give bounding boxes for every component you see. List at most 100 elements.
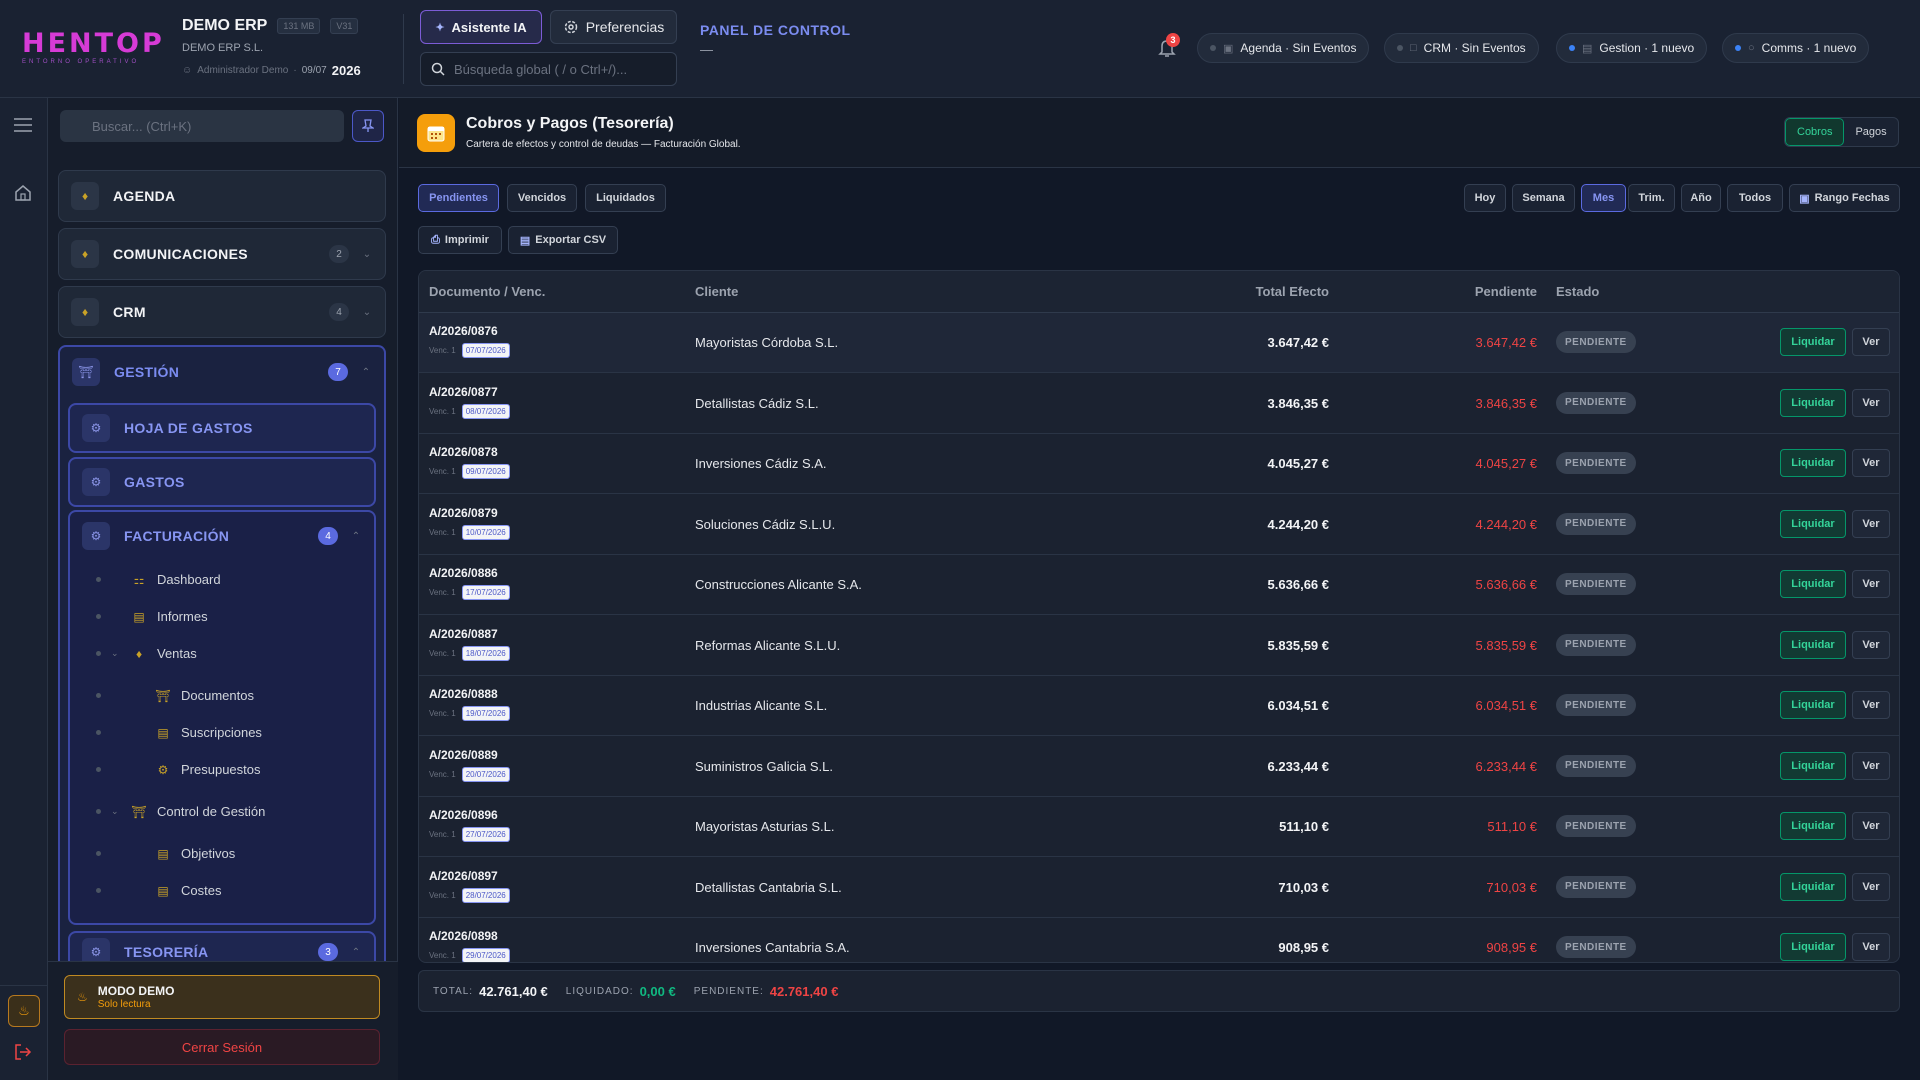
sidebar-item-label: AGENDA xyxy=(113,188,176,204)
preferences-button[interactable]: Preferencias xyxy=(550,10,677,44)
tab-vencidos[interactable]: Vencidos xyxy=(507,184,577,212)
print-button[interactable]: ⎙ Imprimir xyxy=(418,226,502,254)
liquidar-button[interactable]: Liquidar xyxy=(1780,509,1846,538)
period-semana[interactable]: Semana xyxy=(1512,184,1575,212)
gestion-pill[interactable]: ▤ Gestion · 1 nuevo xyxy=(1556,33,1708,63)
table-row[interactable]: A/2026/0889 Venc. 1 20/07/2026 Suministros … xyxy=(419,737,1899,797)
view-button[interactable]: Ver xyxy=(1852,509,1890,538)
table-row[interactable]: A/2026/0878 Venc. 1 09/07/2026 Inversiones … xyxy=(419,434,1899,494)
sidebar-leaf-costes[interactable]: ▤ Costes xyxy=(96,883,221,898)
sidebar-search-input[interactable]: Buscar... (Ctrl+K) xyxy=(60,110,344,142)
date-range-button[interactable]: ▣ Rango Fechas xyxy=(1789,184,1900,212)
demo-mode-button[interactable]: ♨ xyxy=(8,995,40,1027)
sidebar-item-facturacion[interactable]: ⚙ FACTURACIÓN 4 ⌃ xyxy=(70,512,374,560)
ai-assistant-button[interactable]: ✦ Asistente IA xyxy=(420,10,542,44)
sidebar-item-agenda[interactable]: ♦ AGENDA xyxy=(58,170,386,222)
demo-text: MODO DEMO Solo lectura xyxy=(98,984,175,1010)
document-number[interactable]: A/2026/0887 xyxy=(429,627,498,641)
file-icon: ▤ xyxy=(519,234,531,247)
toggle-pagos[interactable]: Pagos xyxy=(1844,118,1897,146)
view-button[interactable]: Ver xyxy=(1852,812,1890,840)
table-row[interactable]: A/2026/0886 Venc. 1 17/07/2026 Construccion… xyxy=(419,555,1899,615)
total-amount: 4.244,20 € xyxy=(1267,516,1329,532)
view-button[interactable]: Ver xyxy=(1852,328,1890,356)
count-badge: 2 xyxy=(329,245,349,263)
document-number[interactable]: A/2026/0896 xyxy=(429,808,498,822)
logout-button[interactable]: Cerrar Sesión xyxy=(64,1029,380,1065)
document-number[interactable]: A/2026/0897 xyxy=(429,869,498,883)
view-button[interactable]: Ver xyxy=(1852,691,1890,719)
sidebar-leaf-documentos[interactable]: ⛩ Documentos xyxy=(96,688,254,703)
liquidar-button[interactable]: Liquidar xyxy=(1780,388,1846,417)
home-icon[interactable] xyxy=(14,184,32,202)
liquidar-button[interactable]: Liquidar xyxy=(1780,570,1846,598)
liquidar-button[interactable]: Liquidar xyxy=(1780,872,1846,901)
pin-button[interactable] xyxy=(352,110,384,142)
current-year[interactable]: 2026 xyxy=(332,63,361,78)
table-row[interactable]: A/2026/0876 Venc. 1 07/07/2026 Mayoristas C… xyxy=(419,313,1899,373)
logo[interactable]: HENTOP ENTORNO OPERATIVO xyxy=(22,30,162,66)
table-row[interactable]: A/2026/0896 Venc. 1 27/07/2026 Mayoristas A… xyxy=(419,797,1899,857)
global-search-input[interactable]: Búsqueda global ( / o Ctrl+/)... xyxy=(420,52,677,86)
document-number[interactable]: A/2026/0879 xyxy=(429,506,498,520)
document-number[interactable]: A/2026/0898 xyxy=(429,929,498,943)
period-trim[interactable]: Trim. xyxy=(1628,184,1675,212)
sidebar-leaf-objetivos[interactable]: ▤ Objetivos xyxy=(96,846,235,861)
document-number[interactable]: A/2026/0886 xyxy=(429,566,498,580)
total-value: 42.761,40 € xyxy=(479,983,548,999)
table-row[interactable]: A/2026/0887 Venc. 1 18/07/2026 Reformas Ali… xyxy=(419,616,1899,676)
comms-pill[interactable]: ○ Comms · 1 nuevo xyxy=(1722,33,1870,63)
view-button[interactable]: Ver xyxy=(1852,751,1890,780)
view-button[interactable]: Ver xyxy=(1852,630,1890,659)
menu-icon[interactable] xyxy=(14,118,32,132)
logout-icon[interactable] xyxy=(14,1043,32,1061)
agenda-pill[interactable]: ▣ Agenda · Sin Eventos xyxy=(1197,33,1370,63)
view-button[interactable]: Ver xyxy=(1852,388,1890,417)
view-button[interactable]: Ver xyxy=(1852,449,1890,477)
period-mes[interactable]: Mes xyxy=(1581,184,1626,212)
liquidar-button[interactable]: Liquidar xyxy=(1780,328,1846,356)
document-number[interactable]: A/2026/0889 xyxy=(429,748,498,762)
sidebar-item-gastos[interactable]: ⚙ GASTOS xyxy=(68,457,376,507)
sidebar-item-crm[interactable]: ♦ CRM 4 ⌄ xyxy=(58,286,386,338)
tab-pendientes[interactable]: Pendientes xyxy=(418,184,499,212)
sidebar-leaf-control-de-gestion[interactable]: ⌄ ⛩ Control de Gestión xyxy=(96,804,265,819)
table-row[interactable]: A/2026/0897 Venc. 1 28/07/2026 Detallistas … xyxy=(419,858,1899,918)
client-name: Detallistas Cantabria S.L. xyxy=(695,879,842,895)
document-number[interactable]: A/2026/0876 xyxy=(429,324,498,338)
sidebar-item-hoja-de-gastos[interactable]: ⚙ HOJA DE GASTOS xyxy=(68,403,376,453)
table-row[interactable]: A/2026/0879 Venc. 1 10/07/2026 Soluciones C… xyxy=(419,495,1899,555)
liquidar-button[interactable]: Liquidar xyxy=(1780,751,1846,780)
table-row[interactable]: A/2026/0898 Venc. 1 29/07/2026 Inversiones … xyxy=(419,918,1899,962)
document-number[interactable]: A/2026/0878 xyxy=(429,445,498,459)
view-button[interactable]: Ver xyxy=(1852,933,1890,961)
document-number[interactable]: A/2026/0888 xyxy=(429,687,498,701)
sidebar-leaf-presupuestos[interactable]: ⚙ Presupuestos xyxy=(96,762,261,777)
sidebar-item-comunicaciones[interactable]: ♦ COMUNICACIONES 2 ⌄ xyxy=(58,228,386,280)
sidebar-item-gestion[interactable]: ⛩ GESTIÓN 7 ⌃ xyxy=(60,347,384,397)
sidebar-leaf-ventas[interactable]: ⌄ ♦ Ventas xyxy=(96,646,197,661)
liquidar-button[interactable]: Liquidar xyxy=(1780,691,1846,719)
table-row[interactable]: A/2026/0888 Venc. 1 19/07/2026 Industrias A… xyxy=(419,676,1899,736)
sidebar-leaf-suscripciones[interactable]: ▤ Suscripciones xyxy=(96,725,262,740)
period-anio[interactable]: Año xyxy=(1681,184,1721,212)
liquidar-button[interactable]: Liquidar xyxy=(1780,812,1846,840)
document-number[interactable]: A/2026/0877 xyxy=(429,385,498,399)
period-hoy[interactable]: Hoy xyxy=(1464,184,1506,212)
export-csv-button[interactable]: ▤ Exportar CSV xyxy=(508,226,618,254)
table-row[interactable]: A/2026/0877 Venc. 1 08/07/2026 Detallistas … xyxy=(419,374,1899,434)
toggle-cobros[interactable]: Cobros xyxy=(1785,118,1845,146)
liquidar-button[interactable]: Liquidar xyxy=(1780,630,1846,659)
liquidar-button[interactable]: Liquidar xyxy=(1780,449,1846,477)
sidebar-leaf-dashboard[interactable]: ⚏ Dashboard xyxy=(96,572,221,587)
due-info: Venc. 1 20/07/2026 xyxy=(429,766,510,782)
liquidar-button[interactable]: Liquidar xyxy=(1780,933,1846,961)
sidebar-leaf-informes[interactable]: ▤ Informes xyxy=(96,609,208,624)
view-button[interactable]: Ver xyxy=(1852,570,1890,598)
period-todos[interactable]: Todos xyxy=(1727,184,1783,212)
status-dot xyxy=(1210,45,1216,51)
tab-liquidados[interactable]: Liquidados xyxy=(585,184,666,212)
user-name: Administrador Demo xyxy=(197,65,289,76)
crm-pill[interactable]: □ CRM · Sin Eventos xyxy=(1384,33,1539,63)
view-button[interactable]: Ver xyxy=(1852,872,1890,901)
